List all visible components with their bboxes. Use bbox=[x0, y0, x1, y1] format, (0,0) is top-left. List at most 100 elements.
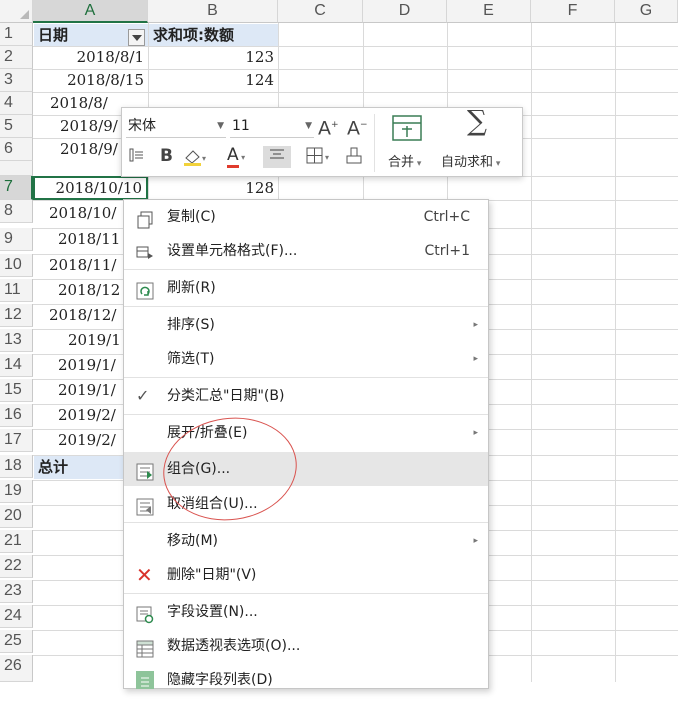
row-header[interactable]: 5 bbox=[0, 115, 33, 138]
menu-item-delete[interactable]: ✕ 删除"日期"(V) bbox=[124, 558, 488, 592]
borders-icon[interactable]: ▾ bbox=[306, 147, 332, 170]
row-header[interactable]: 11 bbox=[0, 279, 33, 302]
row-header[interactable]: 14 bbox=[0, 354, 33, 377]
row-header[interactable]: 1 bbox=[0, 23, 33, 46]
menu-item-label: 复制(C) bbox=[167, 209, 216, 225]
menu-item-pivot-options[interactable]: 数据透视表选项(O)... bbox=[124, 629, 488, 663]
cell-a12[interactable]: 2018/12/ bbox=[33, 304, 121, 327]
menu-item-move[interactable]: 移动(M) ▸ bbox=[124, 524, 488, 558]
menu-divider bbox=[124, 269, 488, 270]
cell-a8[interactable]: 2018/10/ bbox=[33, 202, 121, 225]
row-header[interactable]: 6 bbox=[0, 138, 33, 161]
wrap-text-icon[interactable] bbox=[128, 147, 146, 168]
cell-a6[interactable]: 2018/9/ bbox=[33, 138, 121, 161]
svg-text:▾: ▾ bbox=[202, 154, 206, 163]
row-header[interactable]: 22 bbox=[0, 555, 33, 578]
row-header[interactable]: 4 bbox=[0, 92, 33, 115]
cell-a13[interactable]: 2019/1 bbox=[33, 329, 121, 352]
row-header[interactable]: 7 bbox=[0, 176, 33, 200]
column-header-g[interactable]: G bbox=[615, 0, 678, 23]
cell-a9[interactable]: 2018/11 bbox=[33, 228, 121, 251]
row-header[interactable]: 23 bbox=[0, 580, 33, 603]
dropdown-arrow-icon bbox=[132, 35, 142, 41]
column-header-a[interactable]: A bbox=[33, 0, 148, 23]
column-header-d[interactable]: D bbox=[363, 0, 447, 23]
merge-button-label[interactable]: 合并 ▾ bbox=[388, 151, 421, 170]
checkmark-icon: ✓ bbox=[136, 386, 150, 405]
row-header[interactable]: 15 bbox=[0, 379, 33, 402]
menu-item-hide-field-list[interactable]: 隐藏字段列表(D) bbox=[124, 663, 488, 697]
row-header[interactable]: 26 bbox=[0, 655, 33, 682]
row-header[interactable]: 12 bbox=[0, 304, 33, 327]
cell-b7[interactable]: 128 bbox=[148, 177, 278, 200]
row-header[interactable]: 19 bbox=[0, 480, 33, 503]
row-header[interactable]: 25 bbox=[0, 630, 33, 653]
menu-item-copy[interactable]: 复制(C) Ctrl+C bbox=[124, 200, 488, 234]
pivot-header-sum[interactable]: 求和项:数额 bbox=[149, 24, 278, 46]
cell-a11[interactable]: 2018/12 bbox=[33, 279, 121, 302]
row-header[interactable]: 18 bbox=[0, 455, 33, 478]
cell-a17[interactable]: 2019/2/ bbox=[33, 429, 121, 452]
cell-a4[interactable]: 2018/8/ bbox=[33, 92, 121, 115]
cell-a15[interactable]: 2019/1/ bbox=[33, 379, 121, 402]
align-center-icon[interactable] bbox=[263, 146, 291, 168]
ungroup-icon bbox=[136, 495, 154, 516]
shortcut-label: Ctrl+1 bbox=[424, 243, 470, 259]
submenu-arrow-icon: ▸ bbox=[473, 354, 478, 364]
format-painter-icon[interactable] bbox=[345, 147, 363, 170]
row-header[interactable]: 24 bbox=[0, 605, 33, 628]
font-color-glyph: A bbox=[227, 145, 239, 168]
merge-cells-icon[interactable] bbox=[391, 114, 423, 147]
menu-item-format-cells[interactable]: 设置单元格格式(F)... Ctrl+1 bbox=[124, 234, 488, 268]
row-header[interactable]: 20 bbox=[0, 505, 33, 528]
cell-a10[interactable]: 2018/11/ bbox=[33, 254, 121, 277]
menu-item-label: 刷新(R) bbox=[167, 280, 216, 296]
shortcut-label: Ctrl+C bbox=[423, 209, 470, 225]
decrease-font-size-icon[interactable]: A− bbox=[347, 115, 368, 138]
bold-glyph: B bbox=[160, 146, 173, 166]
cell-a16[interactable]: 2019/2/ bbox=[33, 404, 121, 427]
fill-color-icon[interactable]: ▾ bbox=[182, 147, 206, 172]
pivot-total-label[interactable]: 总计 bbox=[34, 456, 123, 479]
sigma-icon[interactable]: ∑ bbox=[467, 107, 487, 135]
row-header[interactable]: 3 bbox=[0, 69, 33, 92]
cell-a2[interactable]: 2018/8/1 bbox=[33, 46, 148, 69]
cell-a3[interactable]: 2018/8/15 bbox=[33, 69, 148, 92]
cell-b3[interactable]: 124 bbox=[148, 69, 278, 92]
row-header[interactable]: 21 bbox=[0, 530, 33, 553]
refresh-icon bbox=[136, 279, 154, 300]
menu-item-label: 设置单元格格式(F)... bbox=[167, 243, 298, 259]
row-header[interactable]: 17 bbox=[0, 429, 33, 452]
select-all-corner[interactable] bbox=[0, 0, 33, 23]
row-header[interactable]: 2 bbox=[0, 46, 33, 69]
font-color-icon[interactable]: A ▾ bbox=[227, 145, 245, 168]
font-name-select[interactable]: 宋体 ▼ bbox=[126, 114, 226, 138]
menu-item-sort[interactable]: 排序(S) ▸ bbox=[124, 308, 488, 342]
menu-item-filter[interactable]: 筛选(T) ▸ bbox=[124, 342, 488, 376]
menu-item-label: 移动(M) bbox=[167, 533, 219, 549]
row-header[interactable]: 13 bbox=[0, 329, 33, 352]
column-header-e[interactable]: E bbox=[447, 0, 531, 23]
filter-dropdown-button[interactable] bbox=[128, 29, 145, 46]
font-size-select[interactable]: 11 ▼ bbox=[230, 114, 314, 138]
autosum-button-label[interactable]: 自动求和 ▾ bbox=[441, 151, 500, 170]
column-header-f[interactable]: F bbox=[531, 0, 615, 23]
menu-item-refresh[interactable]: 刷新(R) bbox=[124, 271, 488, 305]
row-header[interactable]: 9 bbox=[0, 228, 33, 251]
increase-font-size-icon[interactable]: A+ bbox=[318, 115, 339, 138]
row-header[interactable]: 10 bbox=[0, 254, 33, 277]
cell-b2[interactable]: 123 bbox=[148, 46, 278, 69]
cell-a14[interactable]: 2019/1/ bbox=[33, 354, 121, 377]
cell-a5[interactable]: 2018/9/ bbox=[33, 115, 121, 138]
menu-item-label: 筛选(T) bbox=[167, 351, 215, 367]
menu-item-field-settings[interactable]: 字段设置(N)... bbox=[124, 595, 488, 629]
row-header[interactable]: 16 bbox=[0, 404, 33, 427]
column-header-c[interactable]: C bbox=[278, 0, 363, 23]
menu-divider bbox=[124, 522, 488, 523]
menu-item-label: 删除"日期"(V) bbox=[167, 567, 257, 583]
bold-button[interactable]: B bbox=[160, 146, 173, 166]
menu-item-subtotal[interactable]: ✓ 分类汇总"日期"(B) bbox=[124, 379, 488, 413]
row-header[interactable]: 8 bbox=[0, 200, 33, 223]
grid-line bbox=[615, 23, 616, 682]
column-header-b[interactable]: B bbox=[148, 0, 278, 23]
